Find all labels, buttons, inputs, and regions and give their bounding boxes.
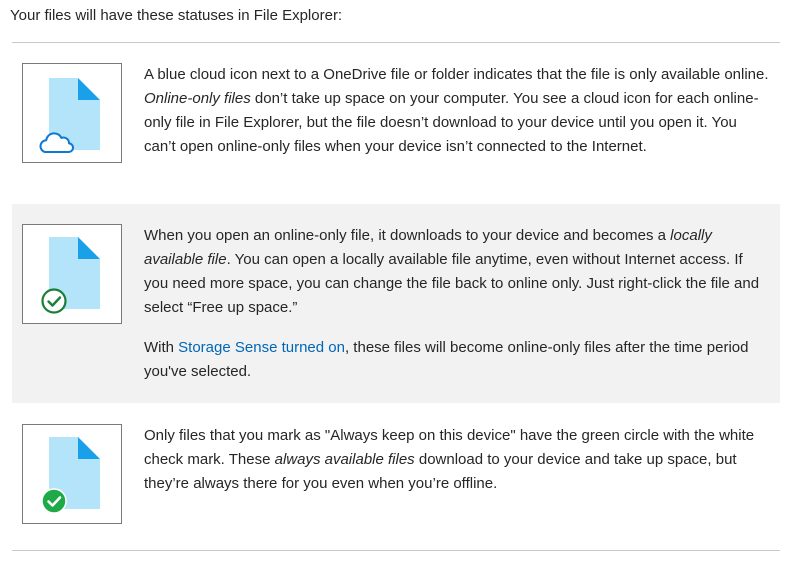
- emphasis-term: always available files: [274, 451, 415, 468]
- file-icon: [39, 78, 100, 153]
- green-check-outline-icon: [41, 288, 67, 314]
- always-available-file-icon: [22, 424, 122, 524]
- divider-bottom: [12, 550, 780, 551]
- text-run: . You can open a locally available file …: [144, 251, 760, 316]
- status-paragraph: With Storage Sense turned on, these file…: [144, 336, 770, 384]
- locally-available-file-icon: [22, 224, 122, 324]
- status-paragraph: When you open an online-only file, it do…: [144, 224, 770, 320]
- status-row-locally-available: When you open an online-only file, it do…: [12, 204, 780, 403]
- file-icon: [41, 437, 100, 514]
- status-paragraph: Only files that you mark as "Always keep…: [144, 424, 770, 496]
- text-run: With: [144, 339, 179, 356]
- status-description: A blue cloud icon next to a OneDrive fil…: [144, 63, 770, 159]
- status-paragraph: A blue cloud icon next to a OneDrive fil…: [144, 63, 770, 159]
- emphasis-term: Online-only files: [144, 90, 251, 107]
- text-run: When you open an online-only file, it do…: [144, 227, 671, 244]
- status-description: Only files that you mark as "Always keep…: [144, 424, 770, 496]
- status-row-online-only: A blue cloud icon next to a OneDrive fil…: [12, 43, 780, 203]
- status-row-always-available: Only files that you mark as "Always keep…: [12, 404, 780, 549]
- file-icon: [41, 237, 100, 314]
- status-description: When you open an online-only file, it do…: [144, 224, 770, 384]
- intro-text: Your files will have these statuses in F…: [10, 7, 343, 24]
- online-only-file-icon: [22, 63, 122, 163]
- green-check-filled-icon: [41, 488, 67, 514]
- storage-sense-link[interactable]: Storage Sense turned on: [178, 339, 345, 356]
- text-run: A blue cloud icon next to a OneDrive fil…: [144, 66, 769, 83]
